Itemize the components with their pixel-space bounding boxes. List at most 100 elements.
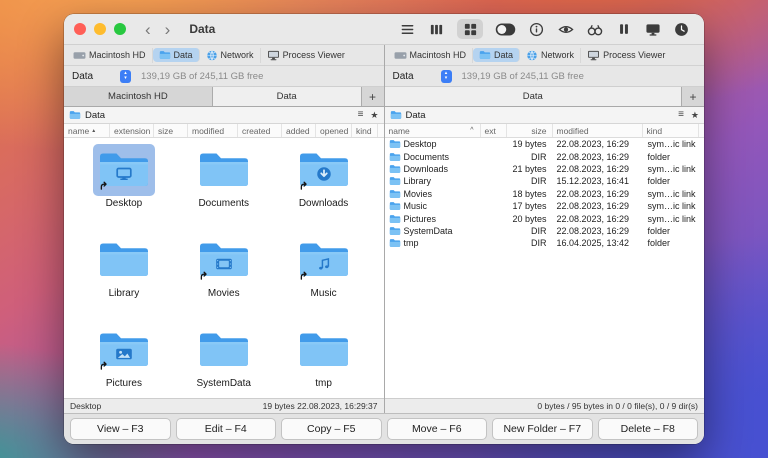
history-clock-icon[interactable] — [673, 19, 690, 39]
minimize-button[interactable] — [94, 23, 106, 35]
folder-item-library[interactable]: Library — [74, 234, 174, 320]
column-header-created[interactable]: created — [238, 124, 282, 137]
view-grid-icon[interactable] — [457, 19, 483, 39]
list-menu-icon[interactable]: ≡ — [678, 110, 684, 120]
fn-button-delete-f8[interactable]: Delete – F8 — [598, 418, 699, 440]
fn-button-new-folder-f7[interactable]: New Folder – F7 — [492, 418, 593, 440]
file-kind: sym…ic link — [643, 139, 699, 149]
drive-select-stepper[interactable]: ▴▾ — [441, 70, 452, 83]
column-header-label: created — [242, 126, 270, 136]
file-modified: 22.08.2023, 16:29 — [553, 189, 643, 199]
favorite-item-label: Process Viewer — [283, 50, 345, 60]
file-name-cell: Documents — [385, 152, 481, 162]
folder-item-documents[interactable]: Documents — [174, 144, 274, 230]
column-header-name[interactable]: name▲ — [64, 124, 110, 137]
add-tab-button[interactable]: + — [682, 87, 704, 106]
zoom-button[interactable] — [114, 23, 126, 35]
column-header-label: name — [389, 126, 410, 136]
favorite-item-macintosh-hd[interactable]: Macintosh HD — [388, 48, 474, 63]
folder-item-music[interactable]: Music — [274, 234, 374, 320]
favorite-item-network[interactable]: Network — [200, 48, 261, 63]
column-header-kind[interactable]: kind — [352, 124, 378, 137]
symlink-arrow-icon — [100, 181, 109, 190]
file-kind: folder — [643, 238, 699, 248]
file-row-movies[interactable]: Movies18 bytes22.08.2023, 16:29sym…ic li… — [385, 188, 705, 200]
folder-item-movies[interactable]: Movies — [174, 234, 274, 320]
folder-tab-data[interactable]: Data — [213, 87, 362, 106]
folder-icon — [479, 50, 491, 60]
favorite-item-data[interactable]: Data — [473, 48, 520, 62]
info-icon[interactable] — [528, 19, 545, 39]
file-row-documents[interactable]: DocumentsDIR22.08.2023, 16:29folder — [385, 150, 705, 162]
drive-select-value[interactable]: Data — [72, 71, 120, 82]
favorite-item-network[interactable]: Network — [520, 48, 581, 63]
file-row-library[interactable]: LibraryDIR15.12.2023, 16:41folder — [385, 175, 705, 187]
close-button[interactable] — [74, 23, 86, 35]
column-header-kind[interactable]: kind — [643, 124, 699, 137]
folder-icon — [293, 324, 355, 376]
fn-button-edit-f4[interactable]: Edit – F4 — [176, 418, 277, 440]
add-tab-button[interactable]: + — [362, 87, 384, 106]
path-bar-actions: ≡★ — [678, 110, 699, 120]
file-area[interactable]: Desktop19 bytes22.08.2023, 16:29sym…ic l… — [385, 138, 705, 398]
favorite-item-data[interactable]: Data — [153, 48, 200, 62]
back-button[interactable]: ‹ — [145, 21, 151, 38]
favorite-item-macintosh-hd[interactable]: Macintosh HD — [67, 48, 153, 63]
column-header-size[interactable]: size — [507, 124, 553, 137]
drive-icon — [73, 50, 86, 61]
file-size: 20 bytes — [507, 214, 553, 224]
dark-mode-toggle[interactable] — [495, 19, 516, 39]
folder-tab-data[interactable]: Data — [385, 87, 683, 106]
folder-item-downloads[interactable]: Downloads — [274, 144, 374, 230]
view-columns-icon[interactable] — [428, 19, 445, 39]
favorite-item-label: Data — [174, 50, 193, 60]
folder-item-label: Desktop — [106, 198, 143, 209]
folder-tab-macintosh-hd[interactable]: Macintosh HD — [64, 87, 213, 106]
column-header-extension[interactable]: extension — [110, 124, 154, 137]
column-header-added[interactable]: added — [282, 124, 316, 137]
drive-selector-bar: Data▴▾ 139,19 GB of 245,11 GB free — [385, 66, 705, 87]
column-header-opened[interactable]: opened — [316, 124, 352, 137]
file-kind: folder — [643, 226, 699, 236]
view-list-icon[interactable] — [399, 19, 416, 39]
file-row-tmp[interactable]: tmpDIR16.04.2025, 13:42folder — [385, 237, 705, 249]
fn-button-move-f6[interactable]: Move – F6 — [387, 418, 488, 440]
window-controls — [74, 23, 126, 35]
drive-select-value[interactable]: Data — [393, 71, 441, 82]
fn-button-copy-f5[interactable]: Copy – F5 — [281, 418, 382, 440]
list-menu-icon[interactable]: ≡ — [358, 110, 364, 120]
forward-button[interactable]: › — [165, 21, 171, 38]
folder-item-tmp[interactable]: tmp — [274, 324, 374, 398]
titlebar[interactable]: ‹ › Data — [64, 14, 704, 45]
fn-button-view-f3[interactable]: View – F3 — [70, 418, 171, 440]
folder-item-label: Movies — [208, 288, 240, 299]
search-binoculars-icon[interactable] — [586, 19, 603, 39]
file-row-downloads[interactable]: Downloads21 bytes22.08.2023, 16:29sym…ic… — [385, 163, 705, 175]
favorite-item-process-viewer[interactable]: Process Viewer — [261, 48, 351, 63]
preview-eye-icon[interactable] — [557, 19, 574, 39]
folder-item-desktop[interactable]: Desktop — [74, 144, 174, 230]
window-title: Data — [189, 22, 215, 36]
file-row-systemdata[interactable]: SystemDataDIR22.08.2023, 16:29folder — [385, 225, 705, 237]
column-header-modified[interactable]: modified — [553, 124, 643, 137]
folder-item-pictures[interactable]: Pictures — [74, 324, 174, 398]
favorite-star-icon[interactable]: ★ — [691, 111, 699, 120]
file-row-desktop[interactable]: Desktop19 bytes22.08.2023, 16:29sym…ic l… — [385, 138, 705, 150]
free-space-label: 139,19 GB of 245,11 GB free — [462, 71, 584, 82]
column-header-size[interactable]: size — [154, 124, 188, 137]
drive-select-stepper[interactable]: ▴▾ — [120, 70, 131, 83]
file-row-music[interactable]: Music17 bytes22.08.2023, 16:29sym…ic lin… — [385, 200, 705, 212]
column-header-name[interactable]: name^ — [385, 124, 481, 137]
favorite-item-label: Process Viewer — [603, 50, 665, 60]
folder-item-systemdata[interactable]: SystemData — [174, 324, 274, 398]
file-row-pictures[interactable]: Pictures20 bytes22.08.2023, 16:29sym…ic … — [385, 212, 705, 224]
queue-pause-icon[interactable] — [615, 19, 632, 39]
favorite-item-process-viewer[interactable]: Process Viewer — [581, 48, 671, 63]
column-header-ext[interactable]: ext — [481, 124, 507, 137]
function-key-bar: View – F3Edit – F4Copy – F5Move – F6New … — [64, 413, 704, 444]
file-area[interactable]: Desktop DocumentsDownloads Library Movies Mu… — [64, 138, 384, 398]
display-icon[interactable] — [644, 19, 661, 39]
column-header-modified[interactable]: modified — [188, 124, 238, 137]
favorite-star-icon[interactable]: ★ — [370, 111, 378, 120]
column-header-label: size — [158, 126, 173, 136]
